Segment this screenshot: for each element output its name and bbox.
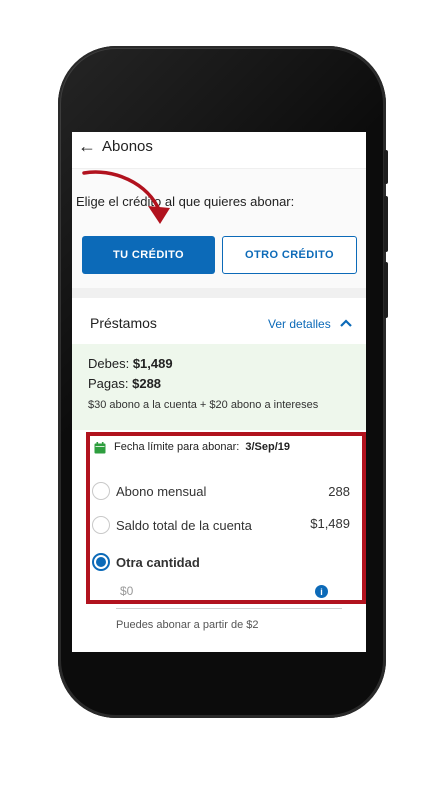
info-icon[interactable]: i — [315, 585, 328, 598]
option-label-otra-cantidad[interactable]: Otra cantidad — [116, 555, 200, 570]
option-amount-saldo-total: $1,489 — [310, 516, 350, 531]
calendar-icon — [94, 442, 106, 454]
arrow-left-icon[interactable]: ← — [78, 136, 96, 157]
app-bar: ← Abonos — [72, 132, 366, 168]
debes-row: Debes: $1,489 — [88, 356, 173, 371]
option-label-saldo-total[interactable]: Saldo total de la cuenta — [116, 518, 252, 533]
pagas-value: $288 — [132, 376, 162, 391]
radio-otra-cantidad[interactable] — [92, 553, 110, 571]
debes-value: $1,489 — [132, 356, 173, 371]
tu-credito-button[interactable]: TU CRÉDITO — [82, 236, 215, 274]
otro-credito-button[interactable]: OTRO CRÉDITO — [222, 236, 357, 274]
amount-input-underline — [116, 608, 342, 609]
phone-screen: ← Abonos Elige el crédito al que quieres… — [72, 132, 366, 652]
chevron-up-icon[interactable] — [340, 318, 352, 328]
option-label-abono-mensual[interactable]: Abono mensual — [116, 484, 206, 499]
pagas-row: Pagas: $288 — [88, 376, 161, 391]
minimum-payment-hint: Puedes abonar a partir de $2 — [116, 619, 259, 631]
section-divider — [72, 288, 366, 298]
deadline-row: Fecha límite para abonar: 3/Sep/19 — [114, 441, 290, 453]
debes-label: Debes: — [88, 356, 130, 371]
page-title: Abonos — [102, 138, 153, 155]
other-amount-input[interactable]: $0 — [120, 584, 133, 598]
radio-saldo-total[interactable] — [92, 516, 110, 534]
phone-side-button-bottom — [384, 262, 388, 318]
payment-breakdown: $30 abono a la cuenta + $20 abono a inte… — [88, 399, 319, 411]
ver-detalles-link[interactable]: Ver detalles — [268, 317, 331, 331]
credit-prompt: Elige el crédito al que quieres abonar: — [76, 194, 295, 209]
pagas-label: Pagas: — [88, 376, 129, 391]
deadline-value: 3/Sep/19 — [245, 441, 290, 453]
deadline-label: Fecha límite para abonar: — [114, 441, 240, 453]
prestamos-title: Préstamos — [90, 315, 157, 331]
option-amount-abono-mensual: 288 — [328, 484, 350, 499]
phone-side-button-middle — [384, 196, 388, 252]
phone-side-button-top — [384, 150, 388, 184]
radio-abono-mensual[interactable] — [92, 482, 110, 500]
